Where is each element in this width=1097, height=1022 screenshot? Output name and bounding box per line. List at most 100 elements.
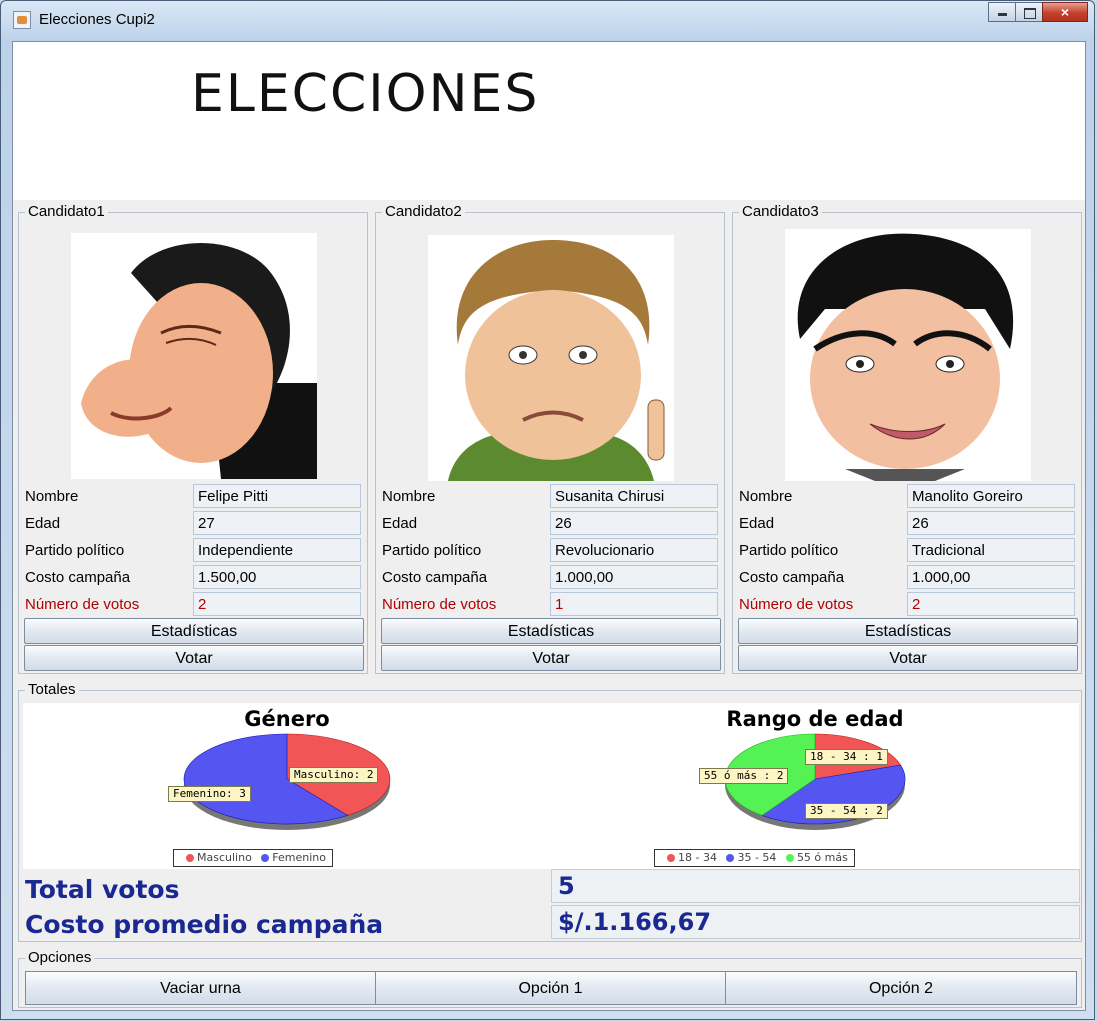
java-app-icon bbox=[13, 11, 31, 29]
candidate-panel-3: Candidato3 Nombre Manolito Goreiro Edad … bbox=[732, 204, 1082, 674]
genero-pie bbox=[183, 733, 391, 830]
legend-swatch bbox=[667, 854, 675, 862]
candidate-portrait bbox=[428, 235, 674, 481]
candidate-panel-title: Candidato1 bbox=[25, 204, 108, 220]
costo-value: 1.000,00 bbox=[907, 565, 1075, 589]
maximize-button[interactable] bbox=[1015, 2, 1043, 22]
edad-value: 26 bbox=[550, 511, 718, 535]
votar-button[interactable]: Votar bbox=[738, 645, 1078, 671]
main-panel: ELECCIONES Candidato1 Nombre Felipe Pitt… bbox=[12, 41, 1086, 1011]
partido-value: Tradicional bbox=[907, 538, 1075, 562]
rango-edad-pie bbox=[724, 733, 906, 830]
nombre-label: Nombre bbox=[382, 488, 436, 505]
chart-legend: Masculino Femenino bbox=[173, 849, 334, 867]
candidate-panel-title: Candidato2 bbox=[382, 204, 465, 220]
votos-value: 2 bbox=[907, 592, 1075, 616]
estadisticas-button[interactable]: Estadísticas bbox=[738, 618, 1078, 644]
totales-title: Totales bbox=[25, 682, 79, 698]
caricature-image-3 bbox=[785, 229, 1031, 481]
legend-entry: Masculino bbox=[197, 851, 252, 864]
nombre-value: Susanita Chirusi bbox=[550, 484, 718, 508]
edad-label: Edad bbox=[739, 515, 775, 532]
opcion-2-button[interactable]: Opción 2 bbox=[725, 971, 1077, 1005]
legend-entry: 35 - 54 bbox=[737, 851, 777, 864]
slice-label: 35 - 54 : 2 bbox=[805, 803, 888, 819]
legend-swatch bbox=[261, 854, 270, 862]
costo-promedio-label: Costo promedio campaña bbox=[25, 910, 384, 939]
row-edad: Edad 26 bbox=[381, 511, 721, 537]
banner-title: ELECCIONES bbox=[191, 64, 540, 124]
costo-value: 1.500,00 bbox=[193, 565, 361, 589]
legend-entry: 18 - 34 bbox=[678, 851, 717, 864]
slice-label: Femenino: 3 bbox=[168, 786, 251, 802]
candidate-panel-2: Candidato2 Nombre Susanita Chirusi Edad … bbox=[375, 204, 725, 674]
nombre-label: Nombre bbox=[25, 488, 79, 505]
nombre-value: Manolito Goreiro bbox=[907, 484, 1075, 508]
edad-label: Edad bbox=[382, 515, 418, 532]
costo-promedio-value: $/.1.166,67 bbox=[551, 905, 1080, 939]
estadisticas-button[interactable]: Estadísticas bbox=[381, 618, 721, 644]
legend-entry: Femenino bbox=[272, 851, 327, 864]
opciones-title: Opciones bbox=[25, 950, 95, 966]
row-edad: Edad 26 bbox=[738, 511, 1078, 537]
opcion-1-button[interactable]: Opción 1 bbox=[375, 971, 726, 1005]
row-partido: Partido político Independiente bbox=[24, 538, 364, 564]
window-title: Elecciones Cupi2 bbox=[39, 11, 155, 28]
banner: ELECCIONES bbox=[13, 42, 1085, 200]
legend-swatch bbox=[785, 854, 794, 862]
minimize-button[interactable] bbox=[988, 2, 1016, 22]
votar-button[interactable]: Votar bbox=[24, 645, 364, 671]
votos-label: Número de votos bbox=[25, 596, 140, 613]
candidate-panel-1: Candidato1 Nombre Felipe Pitti Edad 27 P… bbox=[18, 204, 368, 674]
partido-label: Partido político bbox=[739, 542, 839, 559]
candidate-panel-title: Candidato3 bbox=[739, 204, 822, 220]
opciones-panel: Opciones Vaciar urna Opción 1 Opción 2 bbox=[18, 950, 1082, 1008]
costo-label: Costo campaña bbox=[382, 569, 488, 586]
chart-legend: 18 - 34 35 - 54 55 ó más bbox=[654, 849, 855, 867]
caricature-image-2 bbox=[428, 235, 674, 481]
partido-label: Partido político bbox=[25, 542, 125, 559]
row-costo: Costo campaña 1.000,00 bbox=[381, 565, 721, 591]
nombre-label: Nombre bbox=[739, 488, 793, 505]
legend-entry: 55 ó más bbox=[796, 851, 848, 864]
costo-label: Costo campaña bbox=[739, 569, 845, 586]
candidate-portrait bbox=[785, 229, 1031, 481]
legend-swatch bbox=[726, 854, 735, 862]
row-edad: Edad 27 bbox=[24, 511, 364, 537]
slice-label: 55 ó más : 2 bbox=[699, 768, 789, 784]
total-votos-label: Total votos bbox=[25, 875, 180, 904]
vaciar-urna-button[interactable]: Vaciar urna bbox=[25, 971, 376, 1005]
votos-value: 1 bbox=[550, 592, 718, 616]
totales-panel: Totales Género Masculino: 2 Femenino: 3 … bbox=[18, 682, 1082, 942]
genero-chart: Género Masculino: 2 Femenino: 3 Masculin… bbox=[23, 703, 551, 869]
votos-value: 2 bbox=[193, 592, 361, 616]
row-costo: Costo campaña 1.000,00 bbox=[738, 565, 1078, 591]
title-bar[interactable]: Elecciones Cupi2 × bbox=[1, 1, 1094, 39]
legend-swatch bbox=[186, 854, 194, 862]
partido-value: Revolucionario bbox=[550, 538, 718, 562]
app-window: Elecciones Cupi2 × ELECCIONES Candidato1 bbox=[0, 0, 1095, 1020]
votar-button[interactable]: Votar bbox=[381, 645, 721, 671]
votos-label: Número de votos bbox=[382, 596, 497, 613]
opciones-button-row: Vaciar urna Opción 1 Opción 2 bbox=[25, 971, 1077, 1005]
costo-value: 1.000,00 bbox=[550, 565, 718, 589]
row-costo: Costo campaña 1.500,00 bbox=[24, 565, 364, 591]
caricature-image-1 bbox=[71, 233, 317, 479]
partido-value: Independiente bbox=[193, 538, 361, 562]
edad-label: Edad bbox=[25, 515, 61, 532]
window-controls: × bbox=[988, 2, 1088, 24]
edad-value: 27 bbox=[193, 511, 361, 535]
row-nombre: Nombre Felipe Pitti bbox=[24, 484, 364, 510]
candidate-portrait bbox=[71, 233, 317, 479]
close-button[interactable]: × bbox=[1042, 2, 1088, 22]
row-votos: Número de votos 1 bbox=[381, 592, 721, 618]
slice-label: 18 - 34 : 1 bbox=[805, 749, 888, 765]
slice-label: Masculino: 2 bbox=[289, 767, 379, 783]
votos-label: Número de votos bbox=[739, 596, 854, 613]
estadisticas-button[interactable]: Estadísticas bbox=[24, 618, 364, 644]
rango-edad-chart: Rango de edad 18 - 34 : 1 55 ó más : 2 3… bbox=[551, 703, 1079, 869]
row-votos: Número de votos 2 bbox=[738, 592, 1078, 618]
edad-value: 26 bbox=[907, 511, 1075, 535]
row-nombre: Nombre Susanita Chirusi bbox=[381, 484, 721, 510]
row-votos: Número de votos 2 bbox=[24, 592, 364, 618]
